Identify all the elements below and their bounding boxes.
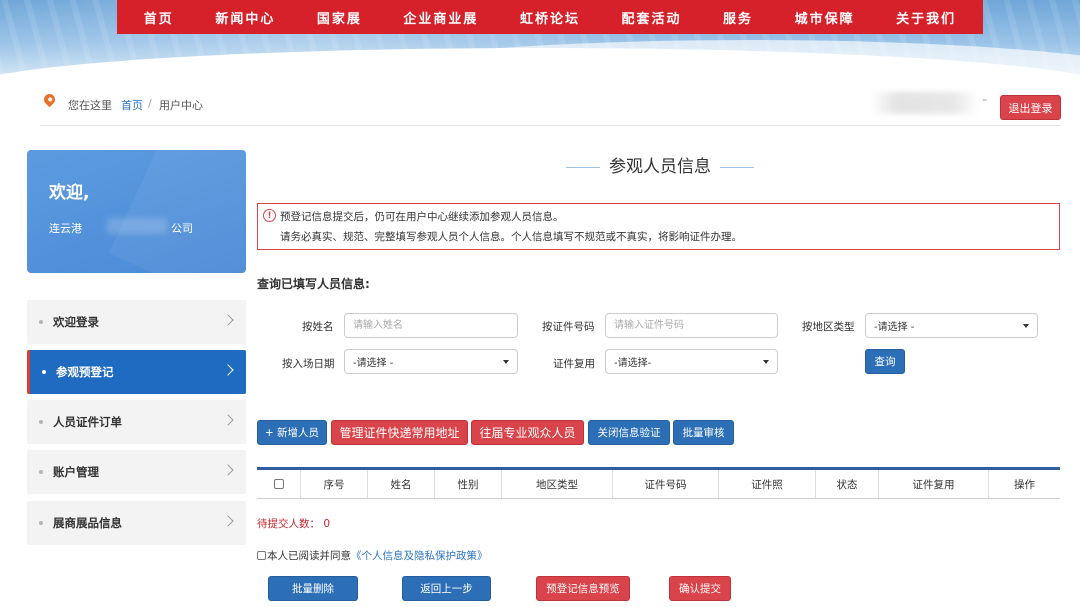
query-heading: 查询已填写人员信息: (257, 277, 370, 291)
breadcrumb-current: 用户中心 (159, 99, 203, 112)
pending-count: 待提交人数： 0 (257, 518, 331, 530)
sidebar-item-visit-preregistration[interactable]: 参观预登记 (27, 350, 246, 394)
column-header-actions: 操作 (1014, 478, 1035, 491)
entry-date-select[interactable]: -请选择 - (344, 349, 518, 374)
chevron-right-icon (222, 414, 234, 426)
location-pin-icon (41, 91, 58, 108)
welcome-card: 欢迎, 连云港 公司 (27, 150, 246, 273)
back-button[interactable]: 返回上一步 (402, 576, 491, 601)
logout-button[interactable]: 退出登录 (1000, 95, 1061, 120)
column-header-photo: 证件照 (719, 470, 816, 498)
close-verification-button[interactable]: 关闭信息验证 (588, 420, 670, 445)
sidebar-item-exhibitor-info[interactable]: 展商展品信息 (27, 501, 246, 545)
preview-button[interactable]: 预登记信息预览 (536, 576, 630, 601)
top-navigation: 首页 新闻中心 国家展 企业商业展 虹桥论坛 配套活动 服务 城市保障 关于我们 (117, 0, 983, 34)
warning-icon: ! (263, 209, 276, 222)
username-redacted (870, 92, 980, 114)
bullet-icon (39, 320, 43, 324)
name-input[interactable] (344, 313, 518, 338)
chevron-right-icon (222, 364, 234, 376)
agree-checkbox[interactable] (257, 551, 266, 560)
bullet-icon (39, 420, 43, 424)
column-header-region: 地区类型 (502, 470, 613, 498)
chevron-right-icon (222, 314, 234, 326)
agree-text: 本人已阅读并同意 (267, 550, 351, 562)
breadcrumb-home-link[interactable]: 首页 (121, 97, 143, 113)
column-header-status: 状态 (816, 470, 879, 498)
nav-services[interactable]: 服务 (723, 8, 753, 27)
id-number-filter-label: 按证件号码 (542, 321, 595, 333)
batch-delete-button[interactable]: 批量删除 (268, 576, 358, 601)
column-header-index: 序号 (301, 470, 368, 498)
nav-business-exhibition[interactable]: 企业商业展 (403, 8, 478, 27)
pass-reuse-select[interactable]: -请选择- (605, 349, 778, 374)
date-filter-label: 按入场日期 (282, 358, 335, 370)
sidebar-item-account-management[interactable]: 账户管理 (27, 450, 246, 494)
confirm-submit-button[interactable]: 确认提交 (669, 576, 731, 601)
reuse-filter-label: 证件复用 (553, 358, 595, 370)
breadcrumb-prefix: 您在这里 (68, 99, 112, 112)
privacy-agreement: 本人已阅读并同意 《个人信息及隐私保护政策》 (257, 548, 488, 563)
batch-review-button[interactable]: 批量审核 (673, 420, 734, 445)
nav-hongqiao-forum[interactable]: 虹桥论坛 (520, 8, 580, 27)
sidebar-item-label: 欢迎登录 (53, 315, 99, 329)
region-select-value: -请选择 - (874, 322, 915, 333)
pass-reuse-select-value: -请选择- (614, 358, 652, 369)
notice-line-2: 请务必真实、规范、完整填写参观人员个人信息。个人信息填写不规范或不真实，将影响证… (280, 231, 742, 243)
dropdown-caret-icon (503, 360, 509, 364)
column-header-id-number: 证件号码 (613, 470, 719, 498)
sidebar-item-label: 人员证件订单 (53, 415, 122, 429)
column-header-name: 姓名 (368, 470, 435, 498)
id-number-input[interactable] (605, 313, 778, 338)
sidebar-item-label: 展商展品信息 (53, 516, 122, 530)
sidebar-item-welcome-login[interactable]: 欢迎登录 (27, 300, 246, 344)
username-marker: ⁼ (982, 97, 988, 108)
welcome-company: 公司 (171, 222, 193, 235)
welcome-title: 欢迎, (49, 183, 90, 203)
sidebar-item-label: 账户管理 (53, 465, 99, 479)
nav-about[interactable]: 关于我们 (896, 8, 956, 27)
region-filter-label: 按地区类型 (802, 321, 855, 333)
nav-country-exhibition[interactable]: 国家展 (317, 8, 362, 27)
nav-events[interactable]: 配套活动 (622, 8, 682, 27)
region-select[interactable]: -请选择 - (865, 313, 1038, 338)
welcome-city: 连云港 (49, 222, 82, 235)
nav-city-support[interactable]: 城市保障 (795, 8, 855, 27)
notice-box: ! 预登记信息提交后，仍可在用户中心继续添加参观人员信息。 请务必真实、规范、完… (257, 203, 1060, 250)
name-filter-label: 按姓名 (302, 321, 334, 333)
visitor-table-header: 序号 姓名 性别 地区类型 证件号码 证件照 状态 证件复用 操作 (257, 467, 1060, 499)
breadcrumb-separator: / (148, 97, 152, 110)
column-header-reuse: 证件复用 (879, 470, 989, 498)
privacy-policy-link[interactable]: 《个人信息及隐私保护政策》 (351, 548, 488, 563)
sidebar-item-label: 参观预登记 (56, 365, 114, 379)
manage-address-button[interactable]: 管理证件快递常用地址 (331, 420, 468, 445)
bullet-icon (42, 370, 46, 374)
add-person-button[interactable]: + 新增人员 (257, 420, 327, 445)
chevron-right-icon (222, 515, 234, 527)
past-visitors-button[interactable]: 往届专业观众人员 (471, 420, 584, 445)
page-title-wrapper: 参观人员信息 (566, 156, 754, 178)
nav-news[interactable]: 新闻中心 (215, 8, 275, 27)
dropdown-caret-icon (763, 360, 769, 364)
query-button[interactable]: 查询 (865, 349, 905, 374)
company-name-redacted (107, 218, 167, 234)
bullet-icon (39, 521, 43, 525)
bullet-icon (39, 470, 43, 474)
select-all-cell (257, 470, 301, 498)
page-title: 参观人员信息 (609, 157, 711, 177)
chevron-right-icon (222, 464, 234, 476)
dropdown-caret-icon (1023, 324, 1029, 328)
breadcrumb: 您在这里 首页 / 用户中心 ⁼ 退出登录 (40, 90, 1061, 126)
nav-home[interactable]: 首页 (144, 8, 174, 27)
sidebar-item-pass-orders[interactable]: 人员证件订单 (27, 400, 246, 444)
column-header-gender: 性别 (435, 470, 502, 498)
notice-line-1: 预登记信息提交后，仍可在用户中心继续添加参观人员信息。 (280, 211, 564, 223)
select-all-checkbox[interactable] (273, 479, 284, 489)
entry-date-select-value: -请选择 - (353, 358, 394, 369)
